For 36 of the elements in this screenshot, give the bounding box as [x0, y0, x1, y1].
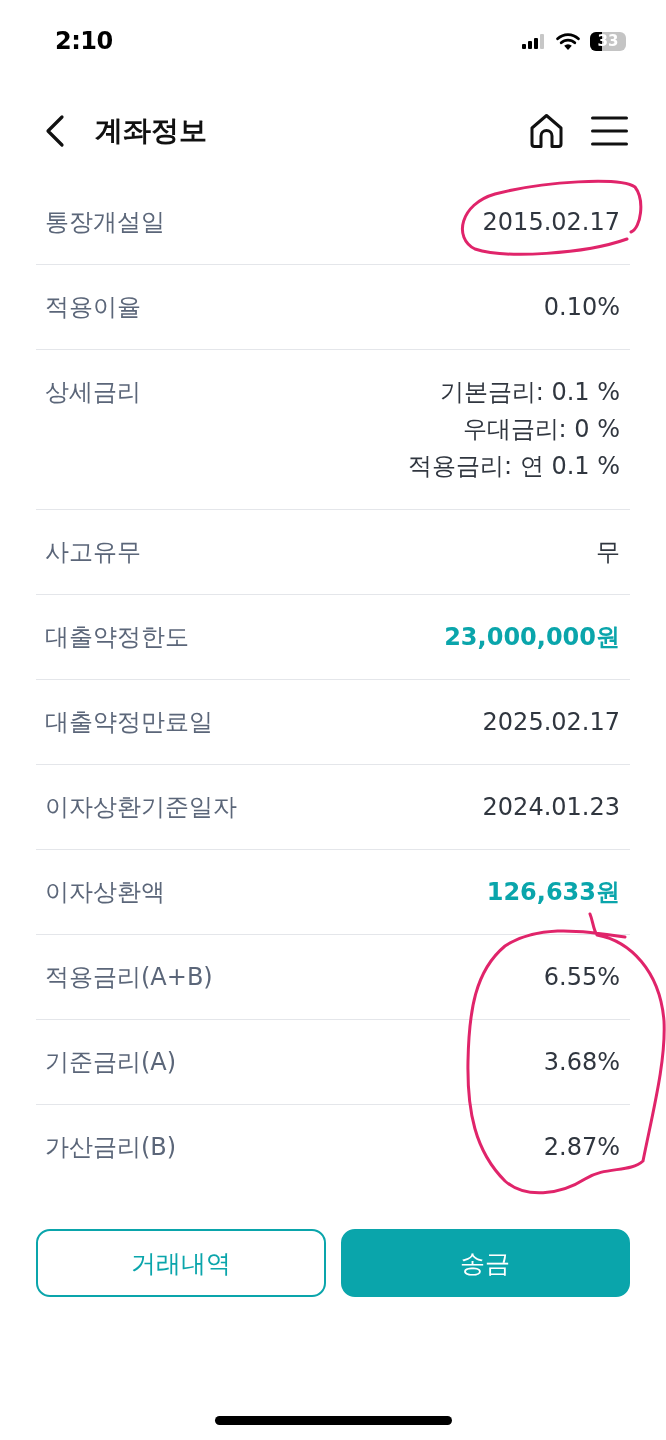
field-label: 사고유무	[45, 536, 141, 568]
field-value: 2.87%	[543, 1132, 620, 1163]
field-label: 대출약정만료일	[45, 706, 213, 738]
field-label: 적용이율	[45, 291, 141, 323]
primary-button[interactable]: 송금	[340, 1229, 630, 1297]
field-value: 6.55%	[543, 961, 620, 993]
rate-detail-line: 기본금리: 0.1 %	[439, 377, 620, 408]
field-value: 3.68%	[543, 1046, 620, 1078]
field-label: 상세금리	[45, 377, 141, 408]
page-title: 계좌정보	[95, 113, 208, 149]
back-chevron-icon	[44, 114, 66, 148]
field-label: 통장개설일	[45, 206, 165, 238]
status-time: 2:10	[55, 27, 113, 55]
outline-button[interactable]: 거래내역	[36, 1229, 326, 1297]
wifi-icon	[556, 32, 580, 50]
field-value: 2015.02.17	[482, 206, 620, 238]
rate-detail-line: 우대금리: 0 %	[462, 414, 620, 445]
menu-icon	[591, 116, 628, 146]
field-label: 적용금리(A+B)	[45, 961, 213, 993]
home-button[interactable]	[528, 113, 565, 149]
field-value: 2025.02.17	[482, 706, 620, 738]
field-value: 0.10%	[543, 291, 620, 323]
signal-icon	[522, 33, 546, 49]
menu-button[interactable]	[591, 116, 628, 146]
field-label: 대출약정한도	[45, 621, 189, 653]
rate-detail-line: 적용금리: 연 0.1 %	[408, 451, 620, 482]
field-label: 기준금리(A)	[45, 1046, 177, 1078]
field-value: 무	[596, 536, 620, 568]
field-value: 126,633원	[486, 876, 620, 908]
field-label: 이자상환기준일자	[45, 791, 237, 823]
field-value: 23,000,000원	[444, 621, 620, 653]
field-label: 이자상환액	[45, 876, 165, 908]
field-value: 2024.01.23	[482, 791, 620, 823]
home-icon	[528, 113, 565, 149]
field-label: 가산금리(B)	[45, 1132, 177, 1163]
back-button[interactable]	[44, 114, 66, 148]
